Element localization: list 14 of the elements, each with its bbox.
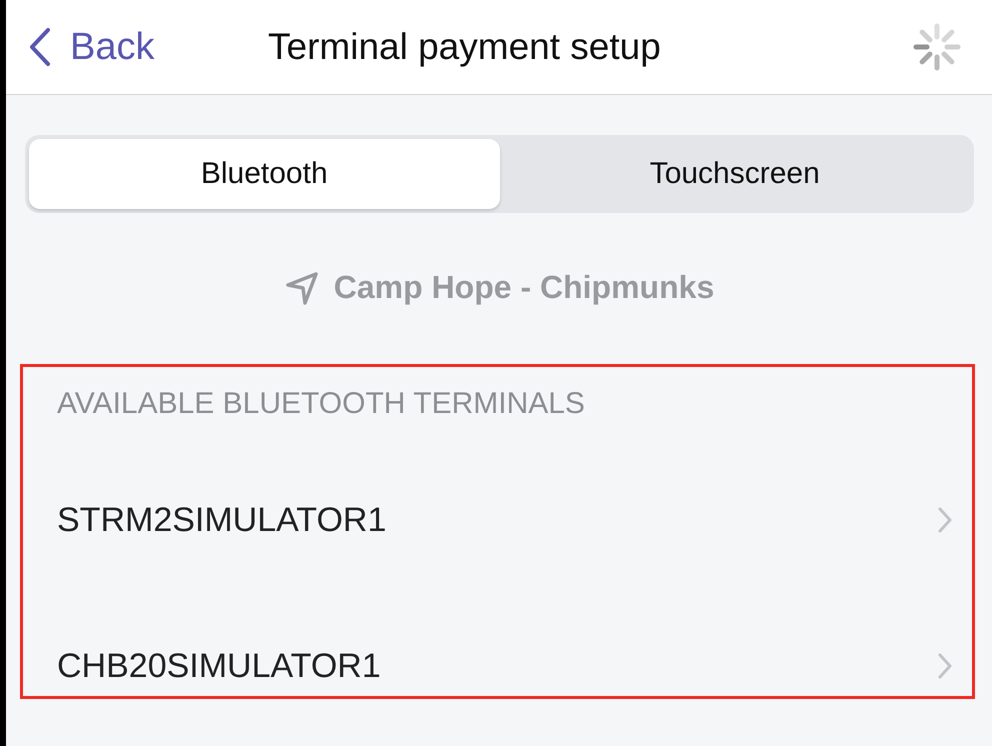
back-button[interactable]: Back [28, 26, 258, 68]
terminal-name: STRM2SIMULATOR1 [57, 500, 386, 540]
chevron-right-icon [938, 653, 952, 679]
tab[interactable]: Touchscreen [500, 139, 970, 209]
location-arrow-icon [284, 270, 320, 306]
chevron-left-icon [28, 27, 52, 67]
chevron-right-icon [938, 507, 952, 533]
tab[interactable]: Bluetooth [29, 139, 500, 209]
terminal-name: CHB20SIMULATOR1 [57, 646, 381, 686]
terminal-row[interactable]: CHB20SIMULATOR1 [57, 621, 952, 711]
section-header: AVAILABLE BLUETOOTH TERMINALS [57, 387, 586, 422]
screen-title: Terminal payment setup [267, 26, 662, 68]
location-label: Camp Hope - Chipmunks [334, 269, 714, 306]
terminal-row[interactable]: STRM2SIMULATOR1 [57, 475, 952, 565]
